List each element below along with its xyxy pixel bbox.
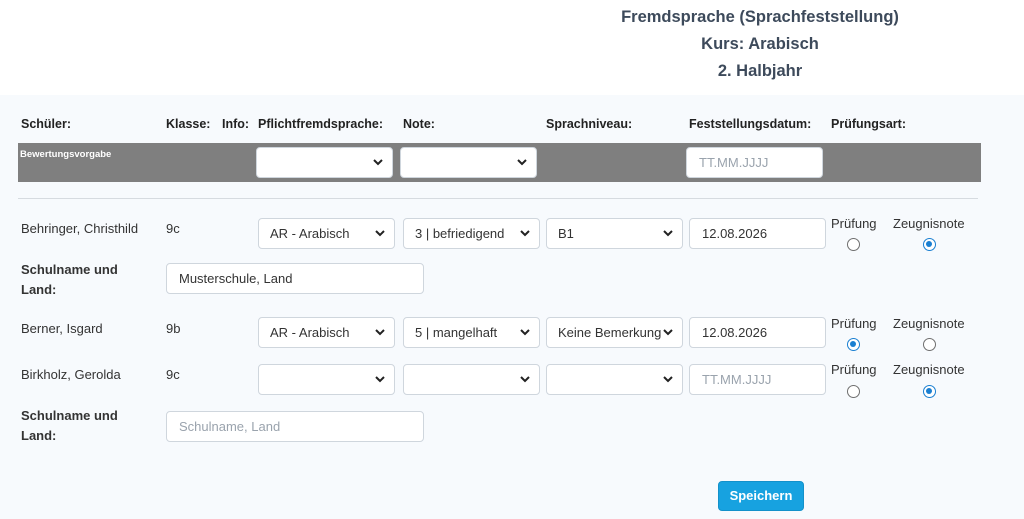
radio-pruefung[interactable]: [847, 238, 860, 251]
chevron-down-icon: [520, 329, 530, 336]
chevron-down-icon: [375, 329, 385, 336]
school-label: Schulname und: [21, 408, 118, 423]
header-term: 2. Halbjahr: [717, 62, 803, 80]
col-header-pruefungsart: Prüfungsart:: [831, 117, 906, 131]
student-note-value: 3 | befriedigend: [415, 226, 505, 241]
chevron-down-icon: [517, 159, 527, 166]
col-header-klasse: Klasse:: [166, 117, 211, 131]
radio-zeugnisnote[interactable]: [923, 238, 936, 251]
school-label-land: Land:: [21, 282, 57, 297]
student-note-select[interactable]: 3 | befriedigend: [403, 218, 540, 249]
radio-label-pruefung: Prüfung: [831, 362, 877, 377]
student-name: Berner, Isgard: [21, 321, 103, 336]
student-pflicht-select[interactable]: [258, 364, 395, 395]
school-label-land: Land:: [21, 428, 57, 443]
page-header: Fremdsprache (Sprachfeststellung) Kurs: …: [0, 0, 1024, 95]
student-datum-input[interactable]: TT.MM.JJJJ: [689, 364, 826, 395]
vorgabe-pflicht-select[interactable]: [256, 147, 393, 178]
radio-label-zeugnisnote: Zeugnisnote: [893, 316, 965, 331]
student-klasse: 9c: [166, 221, 180, 236]
student-niveau-select[interactable]: [546, 364, 683, 395]
col-header-sprachniveau: Sprachniveau:: [546, 117, 633, 131]
vorgabe-note-select[interactable]: [400, 147, 537, 178]
col-header-feststellungsdatum: Feststellungsdatum:: [689, 117, 812, 131]
radio-label-pruefung: Prüfung: [831, 216, 877, 231]
chevron-down-icon: [375, 230, 385, 237]
chevron-down-icon: [663, 376, 673, 383]
save-button[interactable]: Speichern: [718, 481, 804, 511]
student-klasse: 9c: [166, 367, 180, 382]
student-note-value: 5 | mangelhaft: [415, 325, 498, 340]
student-niveau-select[interactable]: B1: [546, 218, 683, 249]
chevron-down-icon: [663, 230, 673, 237]
col-header-schueler: Schüler:: [21, 117, 72, 131]
student-note-select[interactable]: [403, 364, 540, 395]
vorgabe-datum-input[interactable]: TT.MM.JJJJ: [686, 147, 823, 178]
divider: [18, 198, 978, 199]
chevron-down-icon: [373, 159, 383, 166]
student-name: Birkholz, Gerolda: [21, 367, 121, 382]
student-datum-input[interactable]: 12.08.2026: [689, 317, 826, 348]
header-course: Kurs: Arabisch: [701, 35, 819, 53]
chevron-down-icon: [663, 329, 673, 336]
col-header-pflichtfremdsprache: Pflichtfremdsprache:: [258, 117, 384, 131]
student-datum-input[interactable]: 12.08.2026: [689, 218, 826, 249]
student-name: Behringer, Christhild: [21, 221, 139, 236]
header-title: Fremdsprache (Sprachfeststellung): [621, 8, 899, 26]
student-klasse: 9b: [166, 321, 181, 336]
school-input[interactable]: Musterschule, Land: [166, 263, 424, 294]
bewertungsvorgabe-label: Bewertungsvorgabe: [20, 149, 112, 160]
school-input[interactable]: Schulname, Land: [166, 411, 424, 442]
student-pflicht-select[interactable]: AR - Arabisch: [258, 317, 395, 348]
radio-zeugnisnote[interactable]: [923, 338, 936, 351]
radio-zeugnisnote[interactable]: [923, 385, 936, 398]
student-pflicht-select[interactable]: AR - Arabisch: [258, 218, 395, 249]
radio-pruefung[interactable]: [847, 338, 860, 351]
student-pflicht-value: AR - Arabisch: [270, 325, 350, 340]
student-niveau-value: Keine Bemerkung: [558, 325, 662, 340]
col-header-info: Info:: [222, 117, 250, 131]
student-note-select[interactable]: 5 | mangelhaft: [403, 317, 540, 348]
school-label: Schulname und: [21, 262, 118, 277]
col-header-note: Note:: [403, 117, 435, 131]
chevron-down-icon: [520, 230, 530, 237]
radio-label-zeugnisnote: Zeugnisnote: [893, 362, 965, 377]
radio-label-pruefung: Prüfung: [831, 316, 877, 331]
student-niveau-select[interactable]: Keine Bemerkung: [546, 317, 683, 348]
chevron-down-icon: [520, 376, 530, 383]
radio-pruefung[interactable]: [847, 385, 860, 398]
chevron-down-icon: [375, 376, 385, 383]
student-niveau-value: B1: [558, 226, 574, 241]
student-pflicht-value: AR - Arabisch: [270, 226, 350, 241]
radio-label-zeugnisnote: Zeugnisnote: [893, 216, 965, 231]
